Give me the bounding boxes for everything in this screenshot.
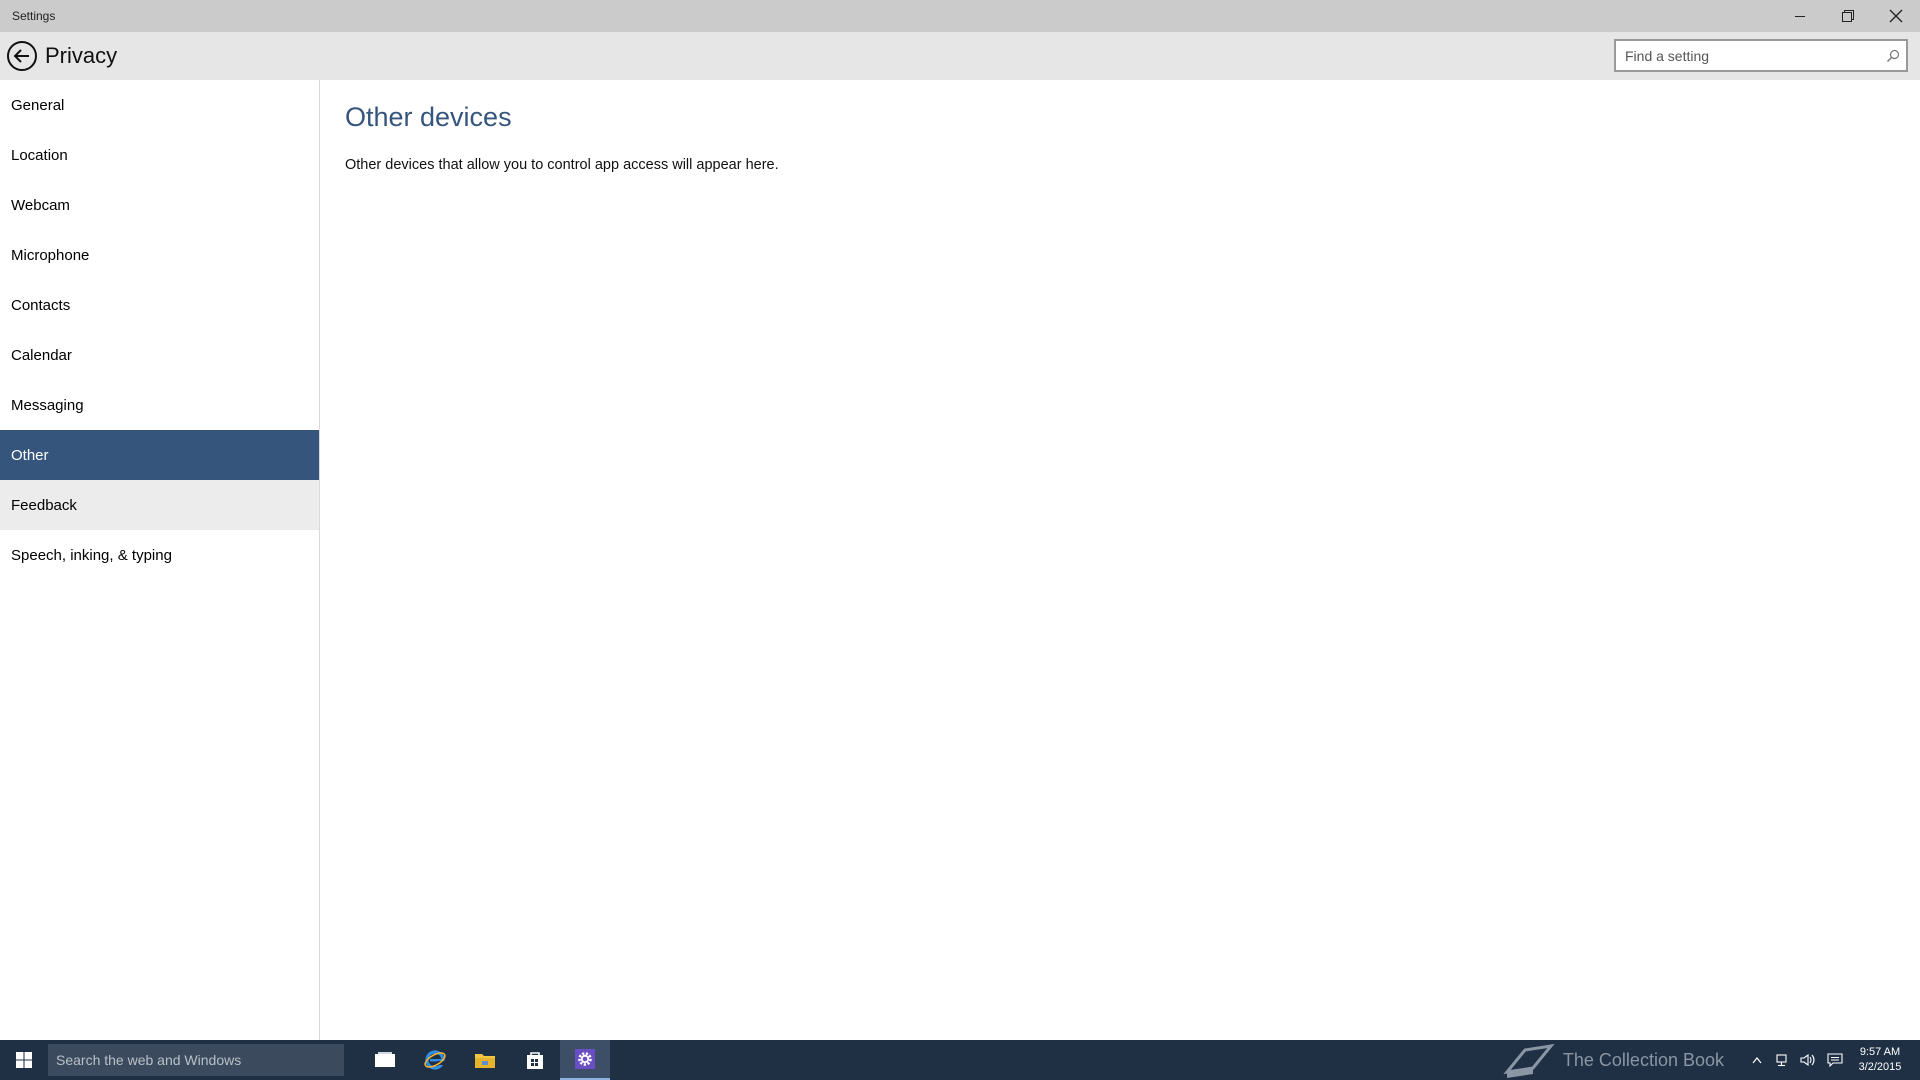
close-icon bbox=[1889, 9, 1903, 23]
network-button[interactable] bbox=[1770, 1040, 1796, 1080]
speaker-icon bbox=[1800, 1053, 1815, 1067]
start-button[interactable] bbox=[0, 1040, 48, 1080]
sidebar-item-other[interactable]: Other bbox=[0, 430, 319, 480]
settings-taskbar-button[interactable] bbox=[560, 1040, 610, 1080]
volume-button[interactable] bbox=[1796, 1040, 1822, 1080]
clock-time: 9:57 AM bbox=[1859, 1046, 1901, 1058]
close-button[interactable] bbox=[1872, 0, 1920, 32]
privacy-sidebar: General Location Webcam Microphone Conta… bbox=[0, 80, 320, 1040]
clock[interactable]: 9:57 AM 3/2/2015 bbox=[1848, 1045, 1912, 1075]
gear-icon bbox=[575, 1049, 595, 1069]
sidebar-item-microphone[interactable]: Microphone bbox=[0, 230, 319, 280]
taskbar: Search the web and Windows The Collectio… bbox=[0, 1040, 1920, 1080]
sidebar-item-calendar[interactable]: Calendar bbox=[0, 330, 319, 380]
system-tray: The Collection Book 9:57 AM 3/2/2015 bbox=[1503, 1040, 1920, 1080]
sidebar-item-contacts[interactable]: Contacts bbox=[0, 280, 319, 330]
sidebar-item-general[interactable]: General bbox=[0, 80, 319, 130]
internet-explorer-button[interactable] bbox=[410, 1040, 460, 1080]
store-button[interactable] bbox=[510, 1040, 560, 1080]
search-icon[interactable] bbox=[1880, 41, 1906, 70]
taskbar-search-box[interactable]: Search the web and Windows bbox=[48, 1044, 344, 1076]
sidebar-item-webcam[interactable]: Webcam bbox=[0, 180, 319, 230]
watermark-text: The Collection Book bbox=[1562, 1049, 1724, 1070]
page-title: Privacy bbox=[45, 43, 118, 68]
minimize-icon bbox=[1795, 16, 1805, 17]
action-center-button[interactable] bbox=[1822, 1040, 1848, 1080]
settings-header: Privacy bbox=[0, 32, 1920, 80]
section-description: Other devices that allow you to control … bbox=[345, 157, 779, 173]
search-input[interactable] bbox=[1616, 47, 1880, 64]
store-bag-icon bbox=[527, 1052, 543, 1069]
chevron-up-icon bbox=[1752, 1057, 1762, 1064]
taskbar-search-placeholder: Search the web and Windows bbox=[56, 1052, 242, 1068]
task-view-button[interactable] bbox=[360, 1040, 410, 1080]
title-bar: Settings bbox=[0, 0, 1920, 32]
folder-icon bbox=[475, 1054, 495, 1068]
windows-logo-icon bbox=[16, 1052, 32, 1068]
sidebar-item-location[interactable]: Location bbox=[0, 130, 319, 180]
book-icon bbox=[1503, 1043, 1555, 1078]
task-view-icon bbox=[375, 1052, 395, 1067]
watermark: The Collection Book bbox=[1503, 1042, 1724, 1078]
minimize-button[interactable] bbox=[1776, 0, 1824, 32]
main-content: Other devices Other devices that allow y… bbox=[321, 80, 1920, 1040]
restore-icon bbox=[1842, 10, 1854, 22]
sidebar-item-feedback[interactable]: Feedback bbox=[0, 480, 319, 530]
section-heading: Other devices bbox=[345, 102, 512, 132]
network-icon bbox=[1776, 1054, 1787, 1067]
message-icon bbox=[1827, 1053, 1843, 1067]
back-button[interactable] bbox=[0, 32, 44, 80]
sidebar-item-messaging[interactable]: Messaging bbox=[0, 380, 319, 430]
sidebar-item-speech-inking-typing[interactable]: Speech, inking, & typing bbox=[0, 530, 319, 580]
clock-date: 3/2/2015 bbox=[1858, 1061, 1902, 1073]
show-hidden-icons-button[interactable] bbox=[1744, 1040, 1770, 1080]
file-explorer-button[interactable] bbox=[460, 1040, 510, 1080]
find-setting-search[interactable] bbox=[1614, 39, 1908, 72]
restore-button[interactable] bbox=[1824, 0, 1872, 32]
window-title: Settings bbox=[12, 9, 56, 23]
internet-explorer-icon bbox=[424, 1050, 446, 1070]
back-arrow-icon bbox=[7, 41, 37, 71]
